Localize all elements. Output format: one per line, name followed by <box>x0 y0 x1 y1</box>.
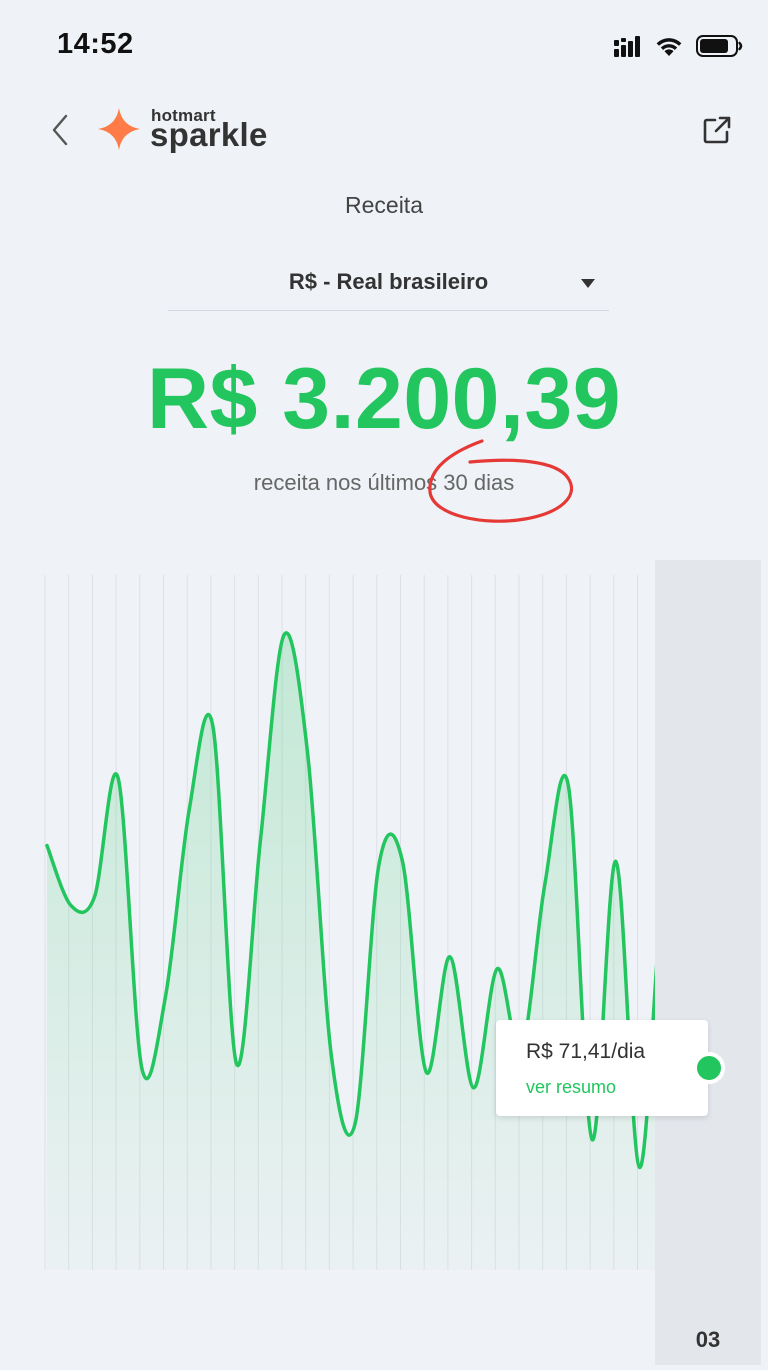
wifi-icon <box>654 35 684 62</box>
data-point <box>472 1086 476 1090</box>
status-bar: 14:52 <box>0 0 768 90</box>
tooltip-daily-value: R$ 71,41/dia <box>526 1040 646 1063</box>
revenue-area-fill <box>47 632 735 1270</box>
data-point <box>448 955 452 959</box>
external-link-icon <box>702 115 732 150</box>
data-point <box>353 1122 357 1126</box>
data-point <box>258 840 262 844</box>
data-point <box>495 967 499 971</box>
chart-tooltip[interactable]: R$ 71,41/dia ver resumo <box>496 1020 708 1116</box>
page-title: Receita <box>345 192 423 218</box>
battery-icon <box>696 34 744 63</box>
data-point <box>401 859 405 863</box>
selected-day-highlight <box>655 560 761 1365</box>
x-tick-label: 03 <box>695 1327 721 1352</box>
data-point <box>566 784 570 788</box>
data-point <box>590 1138 594 1142</box>
data-point <box>543 883 547 887</box>
data-point <box>235 1062 239 1066</box>
data-point <box>282 633 286 637</box>
caret-down-icon <box>581 279 595 288</box>
data-point <box>614 859 618 863</box>
data-point <box>92 895 96 899</box>
app-header: hotmart sparkle <box>0 95 768 175</box>
total-revenue-amount: R$ 3.200,39 <box>146 351 622 447</box>
hotmart-sparkle-logo: hotmart sparkle <box>96 105 280 157</box>
currency-select[interactable]: R$ - Real brasileiro <box>168 255 609 311</box>
data-point <box>140 1066 144 1070</box>
data-point <box>187 808 191 812</box>
revenue-chart-svg <box>44 570 737 1305</box>
back-button[interactable] <box>40 110 80 154</box>
currency-selected-value: R$ - Real brasileiro <box>288 269 489 294</box>
status-time: 14:52 <box>57 28 134 60</box>
revenue-chart[interactable] <box>0 560 768 1365</box>
data-point <box>69 903 73 907</box>
data-point <box>116 776 120 780</box>
data-point <box>45 844 49 848</box>
data-point <box>164 995 168 999</box>
status-icons <box>614 34 744 63</box>
data-point <box>329 1054 333 1058</box>
external-link-button[interactable] <box>700 115 734 149</box>
data-point <box>211 724 215 728</box>
view-summary-link[interactable]: ver resumo <box>526 1077 616 1098</box>
logo-big-text: sparkle <box>150 116 268 153</box>
logo-wordmark: hotmart sparkle <box>150 105 280 157</box>
data-point <box>424 1070 428 1074</box>
data-point <box>306 752 310 756</box>
data-point <box>638 1165 642 1169</box>
signal-icon <box>614 35 642 62</box>
data-point <box>377 863 381 867</box>
total-revenue-caption: receita nos últimos 30 dias <box>253 470 515 495</box>
chevron-left-icon <box>49 112 71 153</box>
sparkle-star-icon <box>96 106 142 157</box>
